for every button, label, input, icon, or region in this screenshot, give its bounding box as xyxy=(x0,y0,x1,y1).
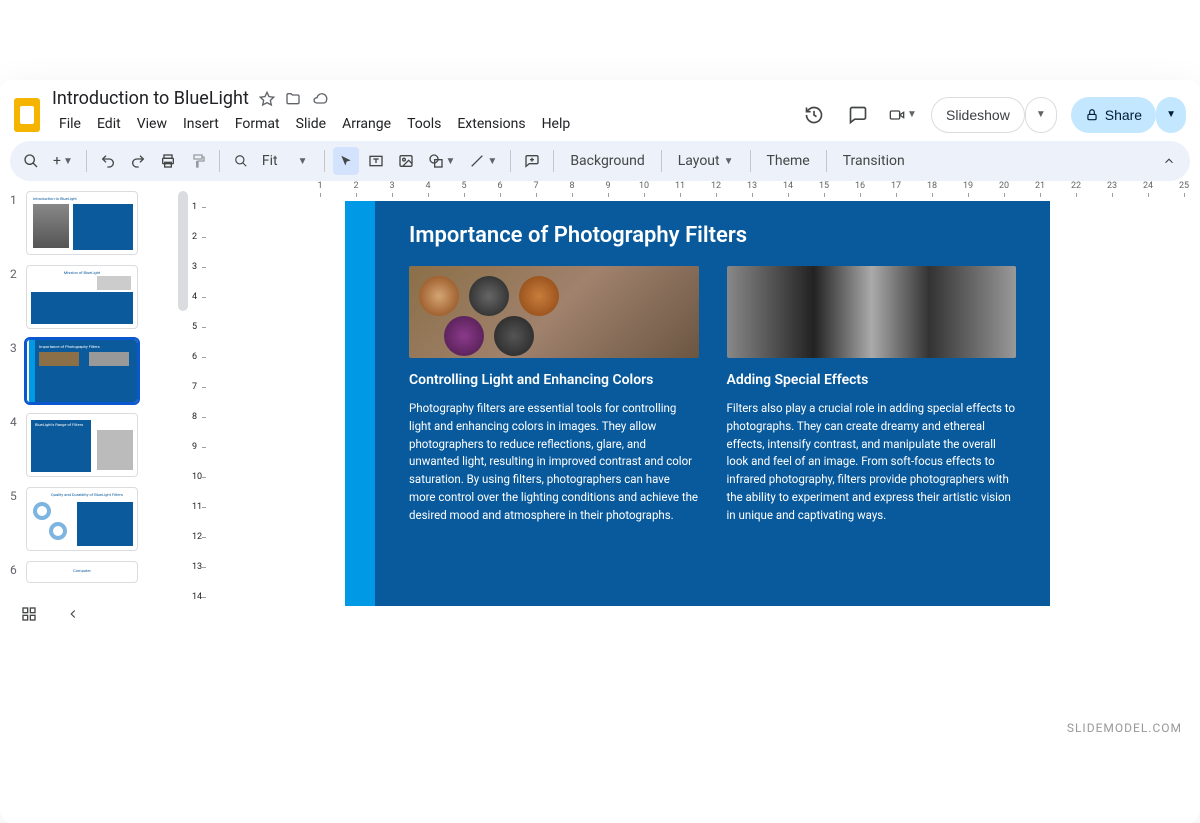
thumb-number: 4 xyxy=(10,413,20,429)
slides-logo-icon xyxy=(14,98,40,132)
theme-button[interactable]: Theme xyxy=(759,147,818,175)
titlebar: Introduction to BlueLight File Edit View… xyxy=(0,80,1200,141)
menu-help[interactable]: Help xyxy=(535,113,578,135)
slide-editor: 1234567891011121314151617181920212223242… xyxy=(190,181,1200,804)
transition-button[interactable]: Transition xyxy=(835,147,913,175)
thumb-number: 1 xyxy=(10,191,20,207)
thumb-number: 2 xyxy=(10,265,20,281)
menu-extensions[interactable]: Extensions xyxy=(450,113,532,135)
col2-body[interactable]: Filters also play a crucial role in addi… xyxy=(727,400,1017,525)
print-button[interactable] xyxy=(155,147,181,175)
workspace: 1 Introduction to BlueLight 2 Mission of… xyxy=(0,181,1200,804)
search-menus-icon[interactable] xyxy=(18,147,44,175)
thumb-number: 3 xyxy=(10,339,20,355)
horizontal-ruler[interactable]: 1234567891011121314151617181920212223242… xyxy=(190,181,1200,201)
menu-file[interactable]: File xyxy=(52,113,88,135)
menu-view[interactable]: View xyxy=(130,113,174,135)
redo-button[interactable] xyxy=(125,147,151,175)
slide-image-effects[interactable] xyxy=(727,266,1017,358)
col2-heading[interactable]: Adding Special Effects xyxy=(727,372,1017,388)
menu-arrange[interactable]: Arrange xyxy=(335,113,398,135)
comment-tool[interactable] xyxy=(519,147,545,175)
star-icon[interactable] xyxy=(259,91,275,107)
shape-tool[interactable]: ▼ xyxy=(423,147,461,175)
document-name[interactable]: Introduction to BlueLight xyxy=(52,88,249,109)
background-button[interactable]: Background xyxy=(562,147,652,175)
comments-icon[interactable] xyxy=(843,100,873,130)
slide-thumbnail-4[interactable]: BlueLight's Range of Filters xyxy=(26,413,138,477)
slide-thumbnail-3[interactable]: Importance of Photography Filters xyxy=(26,339,138,403)
textbox-tool[interactable] xyxy=(363,147,389,175)
slide-thumbnail-5[interactable]: Quality and Durability of BlueLight Filt… xyxy=(26,487,138,551)
grid-view-icon[interactable] xyxy=(14,599,44,629)
image-tool[interactable] xyxy=(393,147,419,175)
menu-slide[interactable]: Slide xyxy=(289,113,333,135)
toolbar: +▼ Fit▼ ▼ ▼ Background Layout▼ Theme Tra… xyxy=(10,141,1190,181)
cloud-status-icon[interactable] xyxy=(311,91,329,107)
meet-icon[interactable]: ▼ xyxy=(887,100,917,130)
undo-button[interactable] xyxy=(95,147,121,175)
thumb-number: 6 xyxy=(10,561,20,577)
menu-edit[interactable]: Edit xyxy=(90,113,128,135)
menu-insert[interactable]: Insert xyxy=(176,113,226,135)
layout-button[interactable]: Layout▼ xyxy=(670,147,742,175)
slide-thumbnail-panel[interactable]: 1 Introduction to BlueLight 2 Mission of… xyxy=(0,181,190,804)
slide-title[interactable]: Importance of Photography Filters xyxy=(409,223,1016,248)
collapse-toolbar-icon[interactable] xyxy=(1156,147,1182,175)
menu-bar: File Edit View Insert Format Slide Arran… xyxy=(52,109,591,141)
slide-thumbnail-6[interactable]: Computer xyxy=(26,561,138,583)
move-to-folder-icon[interactable] xyxy=(285,91,301,107)
paint-format-button[interactable] xyxy=(185,147,211,175)
history-icon[interactable] xyxy=(799,100,829,130)
menu-format[interactable]: Format xyxy=(228,113,287,135)
slide-accent-bar xyxy=(345,201,375,606)
filmstrip-collapse-icon[interactable] xyxy=(58,599,88,629)
vertical-ruler[interactable]: 1234567891011121314 xyxy=(190,201,210,804)
col1-body[interactable]: Photography filters are essential tools … xyxy=(409,400,699,525)
share-button[interactable]: Share xyxy=(1071,97,1156,133)
slide-thumbnail-1[interactable]: Introduction to BlueLight xyxy=(26,191,138,255)
thumbnail-scrollbar[interactable] xyxy=(178,191,188,311)
app-window: Introduction to BlueLight File Edit View… xyxy=(0,80,1200,823)
share-dropdown[interactable]: ▼ xyxy=(1156,97,1186,133)
watermark: SLIDEMODEL.COM xyxy=(1067,721,1182,735)
menu-tools[interactable]: Tools xyxy=(400,113,448,135)
slide-thumbnail-2[interactable]: Mission of BlueLight xyxy=(26,265,138,329)
slide-stage[interactable]: Importance of Photography Filters Contro… xyxy=(210,201,1200,804)
new-slide-button[interactable]: +▼ xyxy=(48,147,78,175)
col1-heading[interactable]: Controlling Light and Enhancing Colors xyxy=(409,372,699,388)
current-slide[interactable]: Importance of Photography Filters Contro… xyxy=(330,201,1050,606)
thumb-number: 5 xyxy=(10,487,20,503)
select-tool[interactable] xyxy=(333,147,359,175)
line-tool[interactable]: ▼ xyxy=(464,147,502,175)
zoom-select[interactable]: Fit▼ xyxy=(258,147,316,175)
zoom-button[interactable] xyxy=(228,147,254,175)
slideshow-button[interactable]: Slideshow xyxy=(931,97,1025,133)
slide-image-filters[interactable] xyxy=(409,266,699,358)
slideshow-dropdown[interactable]: ▼ xyxy=(1025,97,1057,133)
